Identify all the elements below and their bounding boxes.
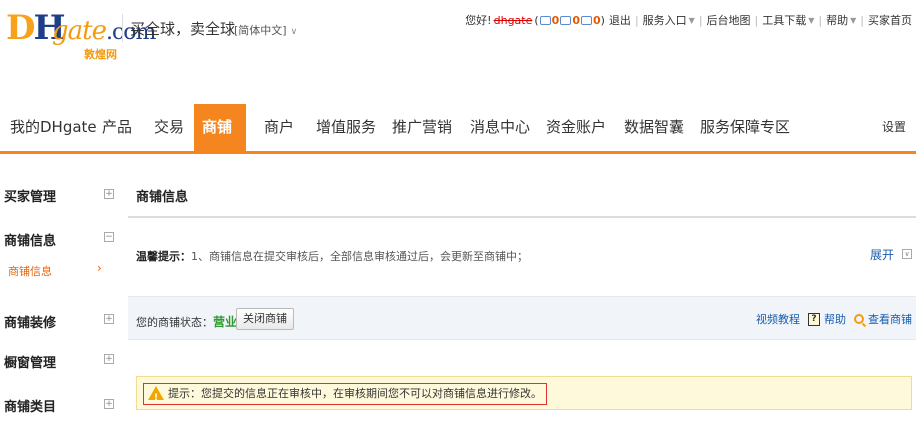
logout-link[interactable]: 退出 bbox=[609, 12, 631, 28]
help-icon[interactable]: ? bbox=[808, 312, 820, 326]
logo-subtitle: 敦煌网 bbox=[84, 48, 117, 61]
chevron-down-icon: ▼ bbox=[850, 15, 857, 25]
chevron-down-icon[interactable]: ∨ bbox=[902, 249, 912, 259]
nav-value-added[interactable]: 增值服务 bbox=[308, 104, 384, 151]
expand-icon[interactable]: + bbox=[104, 189, 114, 199]
sidebar-item-shop-category[interactable]: 商铺类目 bbox=[4, 396, 56, 415]
status-label: 您的商铺状态：营业中 bbox=[136, 315, 250, 329]
logo-divider bbox=[122, 14, 123, 42]
username[interactable]: dhgate bbox=[494, 14, 533, 27]
nav-messages[interactable]: 消息中心 bbox=[462, 104, 538, 151]
nav-service-guarantee[interactable]: 服务保障专区 bbox=[692, 104, 798, 151]
help-link[interactable]: 帮助 bbox=[824, 311, 846, 327]
nav-funds[interactable]: 资金账户 bbox=[538, 104, 614, 151]
sidebar-item-showcase[interactable]: 橱窗管理 bbox=[4, 352, 56, 371]
nav-my-dhgate[interactable]: 我的DHgate bbox=[2, 104, 105, 151]
close-shop-button[interactable]: 关闭商铺 bbox=[236, 308, 294, 330]
chevron-down-icon: ▼ bbox=[688, 15, 695, 25]
main-nav: 我的DHgate 产品 交易 商铺 商户 增值服务 推广营销 消息中心 资金账户… bbox=[0, 104, 916, 154]
mail-icon[interactable] bbox=[539, 15, 551, 25]
tip-text: 1、商铺信息在提交审核后，全部信息审核通过后，会更新至商铺中； bbox=[191, 250, 528, 263]
sidebar-item-buyer-management[interactable]: 买家管理 bbox=[4, 186, 56, 205]
sidebar-item-shop-info[interactable]: 商铺信息 bbox=[4, 230, 56, 249]
warning-box: 提示：您提交的信息正在审核中，在审核期间您不可以对商铺信息进行修改。 bbox=[136, 376, 912, 410]
main-content: 商铺信息 温馨提示：1、商铺信息在提交审核后，全部信息审核通过后，会更新至商铺中… bbox=[128, 170, 916, 424]
top-links: 您好! dhgate ( 0 0 0 ) 退出 | 服务入口 ▼ | 后台地图 |… bbox=[465, 12, 912, 28]
view-shop-link[interactable]: 查看商铺 bbox=[868, 311, 912, 327]
chevron-right-icon: › bbox=[97, 261, 102, 275]
notice-icon[interactable] bbox=[580, 15, 592, 25]
expand-link[interactable]: 展开 bbox=[870, 246, 894, 263]
sidebar: 买家管理 + 商铺信息 − 商铺信息 › 商铺装修 + 橱窗管理 + 商铺类目 … bbox=[0, 170, 128, 424]
nav-trade[interactable]: 交易 bbox=[146, 104, 192, 151]
expand-icon[interactable]: + bbox=[104, 314, 114, 324]
greeting: 您好! bbox=[465, 14, 492, 27]
chevron-down-icon: ∨ bbox=[290, 27, 298, 37]
service-entry-link[interactable]: 服务入口 bbox=[643, 12, 687, 28]
video-tutorial-link[interactable]: 视频教程 bbox=[756, 311, 800, 327]
title-divider bbox=[128, 216, 916, 218]
warning-message: 提示：您提交的信息正在审核中，在审核期间您不可以对商铺信息进行修改。 bbox=[143, 383, 547, 408]
nav-merchant[interactable]: 商户 bbox=[256, 104, 302, 151]
nav-promotion[interactable]: 推广营销 bbox=[384, 104, 460, 151]
notice-count[interactable]: 0 bbox=[593, 14, 601, 27]
dhgate-logo[interactable]: DH gate.com 敦煌网 bbox=[6, 6, 156, 62]
sidebar-item-shop-decoration[interactable]: 商铺装修 bbox=[4, 312, 56, 331]
top-header: DH gate.com 敦煌网 买全球，卖全球 [简体中文] ∨ 您好! dhga… bbox=[0, 0, 916, 88]
chevron-down-icon: ▼ bbox=[808, 15, 815, 25]
collapse-icon[interactable]: − bbox=[104, 232, 114, 242]
nav-products[interactable]: 产品 bbox=[94, 104, 140, 151]
warning-icon bbox=[148, 386, 164, 408]
chat-count[interactable]: 0 bbox=[572, 14, 580, 27]
page-title: 商铺信息 bbox=[136, 190, 189, 205]
search-icon[interactable] bbox=[854, 314, 864, 324]
nav-settings[interactable]: 设置 bbox=[882, 104, 906, 151]
chat-icon[interactable] bbox=[560, 15, 572, 25]
tools-download-link[interactable]: 工具下载 bbox=[762, 12, 806, 28]
language-selector[interactable]: [简体中文] ∨ bbox=[234, 22, 297, 38]
nav-data[interactable]: 数据智囊 bbox=[616, 104, 692, 151]
shop-status-bar: 您的商铺状态：营业中 关闭商铺 视频教程 ? 帮助 查看商铺 bbox=[128, 296, 916, 340]
nav-shop[interactable]: 商铺 bbox=[194, 104, 246, 151]
buyer-home-link[interactable]: 买家首页 bbox=[868, 12, 912, 28]
expand-icon[interactable]: + bbox=[104, 354, 114, 364]
help-link[interactable]: 帮助 bbox=[826, 12, 848, 28]
mail-count[interactable]: 0 bbox=[552, 14, 560, 27]
status-links: 视频教程 ? 帮助 查看商铺 bbox=[756, 311, 912, 327]
expand-icon[interactable]: + bbox=[104, 399, 114, 409]
sidebar-subitem-shop-info[interactable]: 商铺信息 bbox=[8, 263, 52, 279]
tip-row: 温馨提示：1、商铺信息在提交审核后，全部信息审核通过后，会更新至商铺中； bbox=[136, 248, 528, 264]
tip-label: 温馨提示： bbox=[136, 250, 191, 263]
slogan: 买全球，卖全球 bbox=[130, 20, 236, 38]
backend-map-link[interactable]: 后台地图 bbox=[707, 12, 751, 28]
